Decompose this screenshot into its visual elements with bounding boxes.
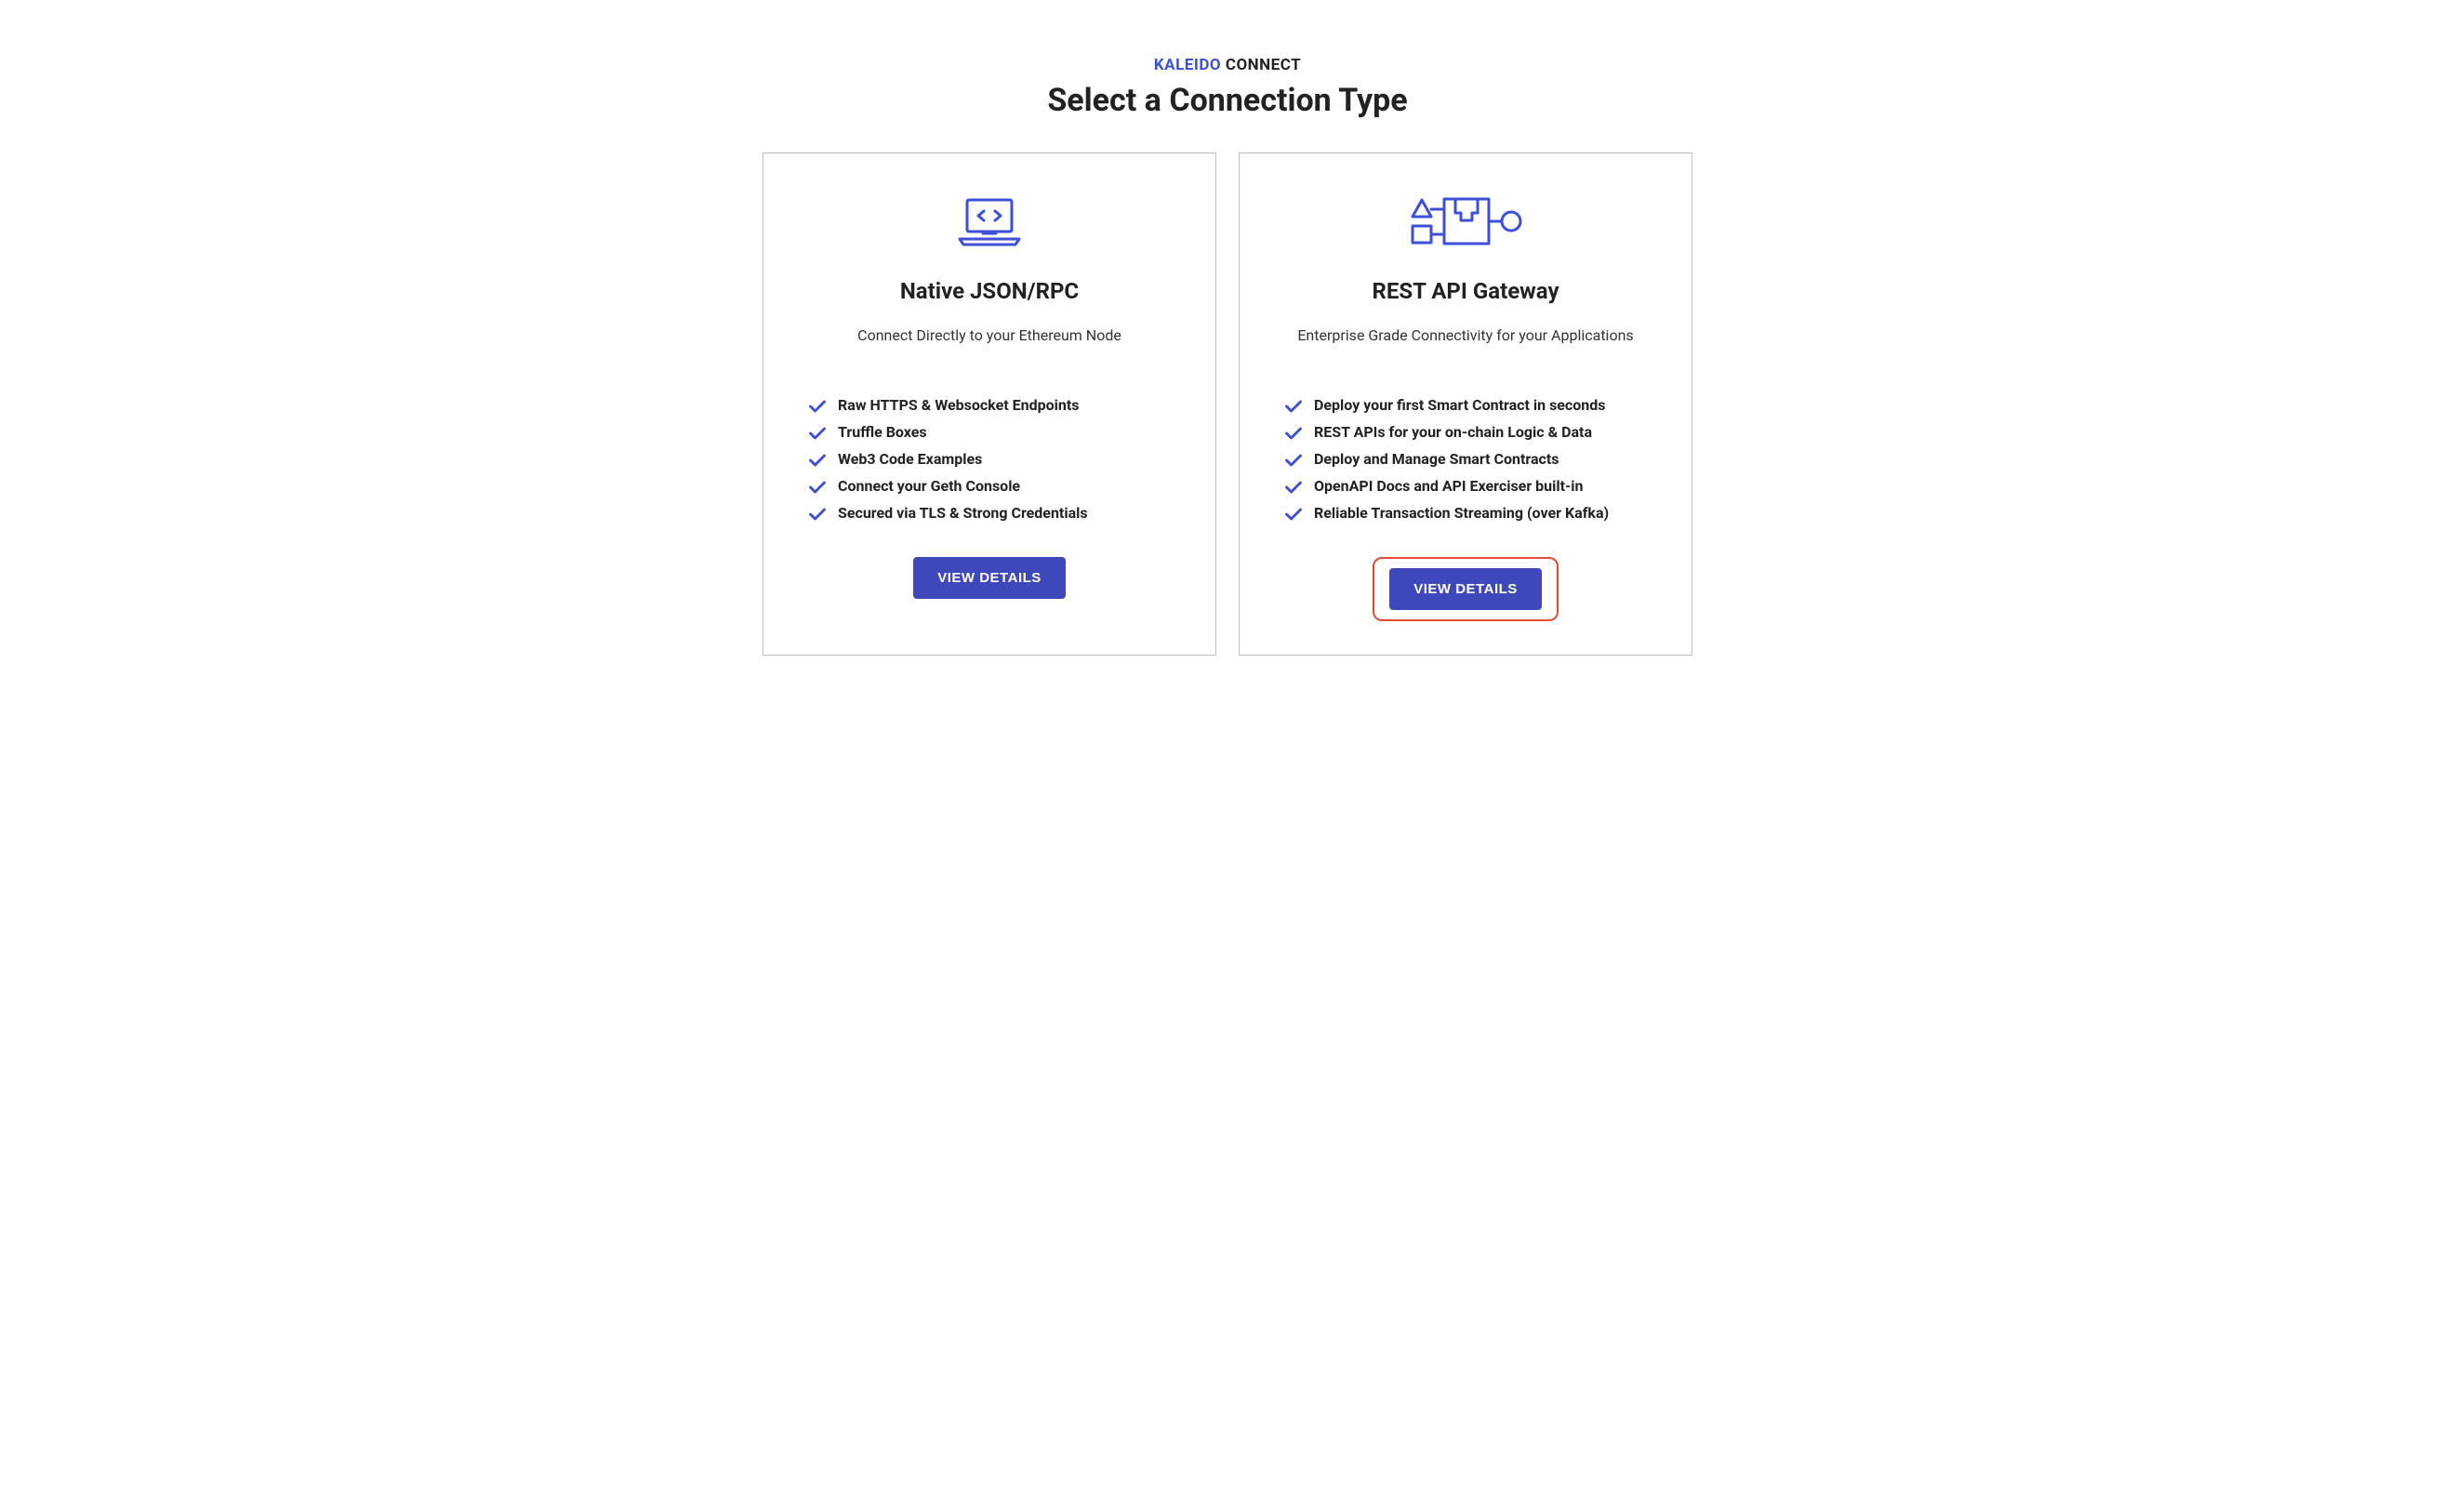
- feature-text: OpenAPI Docs and API Exerciser built-in: [1314, 477, 1584, 497]
- list-item: REST APIs for your on-chain Logic & Data: [1284, 423, 1647, 443]
- card-title: Native JSON/RPC: [900, 278, 1079, 304]
- check-icon: [1284, 424, 1303, 443]
- eyebrow-rest: CONNECT: [1221, 56, 1301, 74]
- feature-text: Deploy your first Smart Contract in seco…: [1314, 396, 1606, 416]
- card-title: REST API Gateway: [1372, 278, 1559, 304]
- list-item: Secured via TLS & Strong Credentials: [808, 504, 1171, 524]
- page-header: KALEIDO CONNECT Select a Connection Type: [763, 56, 1692, 119]
- laptop-code-icon: [952, 191, 1027, 252]
- highlight-ring: VIEW DETAILS: [1373, 557, 1559, 621]
- list-item: Deploy and Manage Smart Contracts: [1284, 450, 1647, 470]
- feature-list: Raw HTTPS & Websocket Endpoints Truffle …: [808, 396, 1171, 531]
- list-item: OpenAPI Docs and API Exerciser built-in: [1284, 477, 1647, 497]
- check-icon: [808, 478, 827, 497]
- list-item: Deploy your first Smart Contract in seco…: [1284, 396, 1647, 416]
- button-wrap: VIEW DETAILS: [808, 557, 1171, 599]
- check-icon: [808, 397, 827, 416]
- feature-text: Raw HTTPS & Websocket Endpoints: [838, 396, 1079, 416]
- list-item: Reliable Transaction Streaming (over Kaf…: [1284, 504, 1647, 524]
- eyebrow-brand: KALEIDO: [1154, 56, 1221, 74]
- button-wrap: VIEW DETAILS: [1284, 557, 1647, 621]
- list-item: Raw HTTPS & Websocket Endpoints: [808, 396, 1171, 416]
- check-icon: [1284, 451, 1303, 470]
- card-subtitle: Connect Directly to your Ethereum Node: [857, 326, 1121, 344]
- page-title: Select a Connection Type: [763, 82, 1692, 119]
- feature-text: Truffle Boxes: [838, 423, 927, 443]
- feature-text: Deploy and Manage Smart Contracts: [1314, 450, 1559, 470]
- page-container: KALEIDO CONNECT Select a Connection Type…: [763, 56, 1692, 656]
- check-icon: [1284, 397, 1303, 416]
- card-subtitle: Enterprise Grade Connectivity for your A…: [1297, 326, 1633, 344]
- check-icon: [1284, 478, 1303, 497]
- feature-text: Connect your Geth Console: [838, 477, 1020, 497]
- shapes-plug-icon: [1405, 191, 1526, 252]
- feature-text: Web3 Code Examples: [838, 450, 982, 470]
- check-icon: [1284, 505, 1303, 524]
- list-item: Web3 Code Examples: [808, 450, 1171, 470]
- feature-text: REST APIs for your on-chain Logic & Data: [1314, 423, 1592, 443]
- feature-list: Deploy your first Smart Contract in seco…: [1284, 396, 1647, 531]
- card-native-jsonrpc[interactable]: Native JSON/RPC Connect Directly to your…: [763, 153, 1216, 656]
- feature-text: Secured via TLS & Strong Credentials: [838, 504, 1088, 524]
- list-item: Truffle Boxes: [808, 423, 1171, 443]
- check-icon: [808, 424, 827, 443]
- check-icon: [808, 505, 827, 524]
- check-icon: [808, 451, 827, 470]
- view-details-button[interactable]: VIEW DETAILS: [913, 557, 1066, 599]
- list-item: Connect your Geth Console: [808, 477, 1171, 497]
- eyebrow: KALEIDO CONNECT: [763, 56, 1692, 74]
- feature-text: Reliable Transaction Streaming (over Kaf…: [1314, 504, 1609, 524]
- view-details-button[interactable]: VIEW DETAILS: [1389, 568, 1542, 610]
- cards-row: Native JSON/RPC Connect Directly to your…: [763, 153, 1692, 656]
- card-rest-api-gateway[interactable]: REST API Gateway Enterprise Grade Connec…: [1239, 153, 1692, 656]
